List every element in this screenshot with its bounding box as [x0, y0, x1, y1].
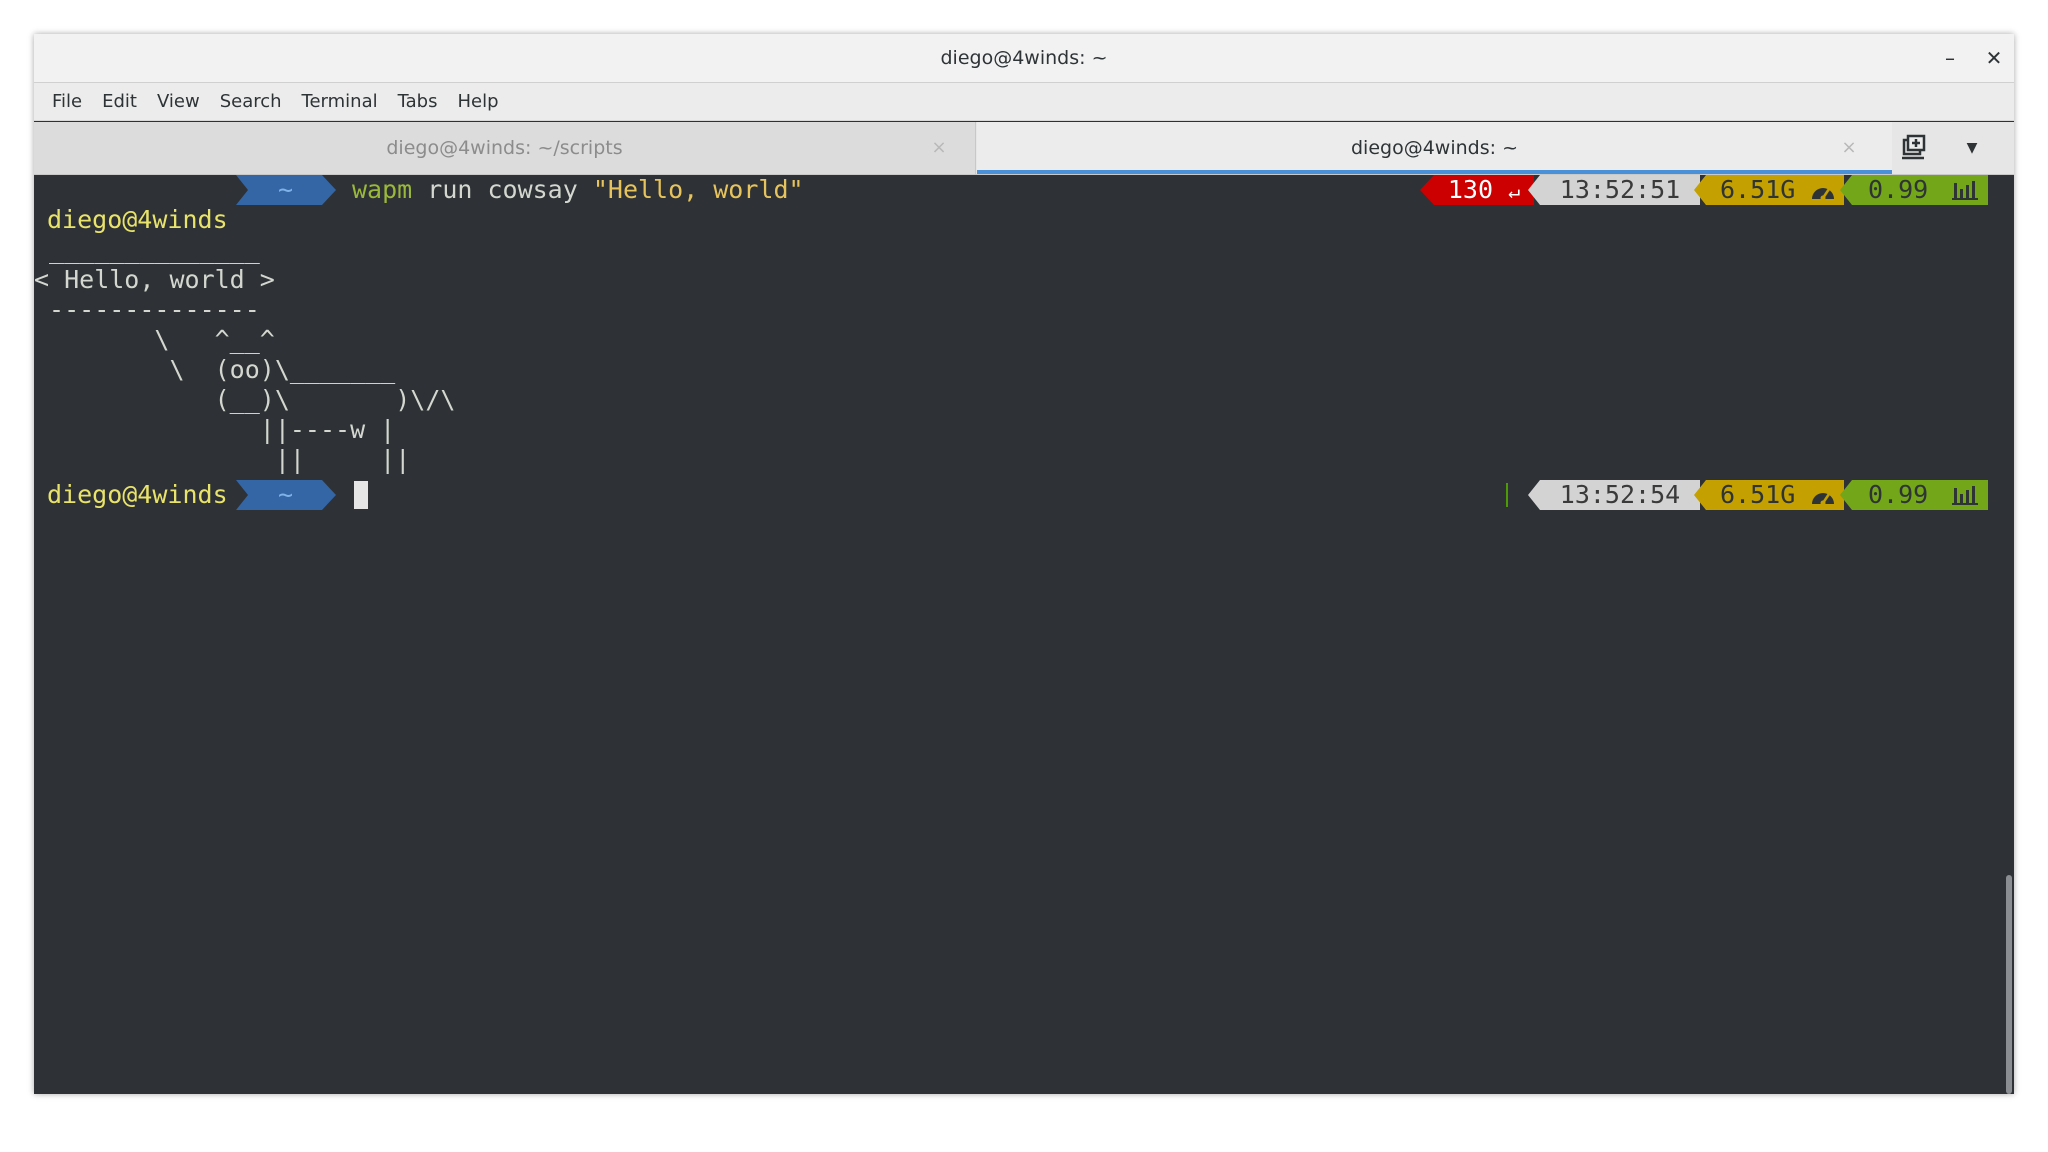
- load-value: 0.99: [1868, 480, 1929, 509]
- bar-chart-icon: [1952, 181, 1978, 200]
- gauge-icon: [1812, 493, 1834, 506]
- exit-code-segment: 130 ↵: [1434, 175, 1534, 205]
- active-tab-indicator: [977, 170, 1892, 174]
- prompt-user: diego@4winds: [47, 205, 228, 234]
- clock-time: 13:52:54: [1559, 480, 1681, 509]
- tab-scripts[interactable]: diego@4winds: ~/scripts ×: [34, 122, 976, 174]
- menu-help[interactable]: Help: [447, 83, 508, 121]
- segment-arrow: [1840, 175, 1852, 205]
- prompt-user: diego@4winds: [47, 480, 228, 509]
- command-string: "Hello, world": [592, 175, 804, 204]
- time-segment: 13:52:51: [1540, 175, 1700, 205]
- menu-tabs[interactable]: Tabs: [388, 83, 448, 121]
- output-line: (__)\ )\/\: [34, 385, 456, 414]
- segment-arrow: [1694, 175, 1706, 205]
- menu-edit[interactable]: Edit: [92, 83, 147, 121]
- command-args: run cowsay: [412, 175, 593, 204]
- load-value: 0.99: [1868, 175, 1929, 204]
- minimize-button[interactable]: –: [1936, 44, 1964, 72]
- new-tab-icon[interactable]: [1896, 132, 1930, 166]
- terminal-view[interactable]: diego@4winds ~ wapm run cowsay "Hello, w…: [34, 175, 2014, 1094]
- tab-menu-chevron-down-icon[interactable]: ▼: [1960, 136, 1984, 160]
- menu-view[interactable]: View: [147, 83, 210, 121]
- segment-arrow: [1420, 175, 1434, 205]
- segment-arrow: [1694, 480, 1706, 510]
- segment-arrow: [1840, 480, 1852, 510]
- output-line: || ||: [34, 445, 411, 474]
- output-line: --------------: [34, 295, 260, 324]
- memory-value: 6.51G: [1720, 175, 1796, 204]
- segment-arrow: [1528, 480, 1540, 510]
- tab-bar: diego@4winds: ~/scripts × diego@4winds: …: [34, 122, 2014, 175]
- terminal-window: diego@4winds: ~ – ✕ File Edit View Searc…: [34, 34, 2014, 1094]
- scrollbar-thumb[interactable]: [2006, 875, 2012, 1094]
- output-line: \ (oo)\_______: [34, 355, 396, 384]
- output-line: \ ^__^: [34, 325, 275, 354]
- time-segment: 13:52:54: [1540, 480, 1700, 510]
- exit-code: 130: [1447, 175, 1494, 204]
- memory-value: 6.51G: [1720, 480, 1796, 509]
- command-name: wapm: [352, 175, 413, 204]
- tab-label: diego@4winds: ~: [1351, 137, 1518, 159]
- title-bar[interactable]: diego@4winds: ~ – ✕: [34, 34, 2014, 83]
- menu-file[interactable]: File: [42, 83, 92, 121]
- output-line: < Hello, world >: [34, 265, 275, 294]
- menu-search[interactable]: Search: [210, 83, 292, 121]
- gauge-icon: [1812, 188, 1834, 201]
- bar-chart-icon: [1952, 486, 1978, 505]
- text-cursor: [354, 481, 368, 509]
- prompt-line-1: diego@4winds: [34, 175, 228, 234]
- tab-label: diego@4winds: ~/scripts: [386, 137, 623, 159]
- return-icon: ↵: [1508, 179, 1521, 203]
- output-line: ______________: [34, 235, 260, 264]
- window-title: diego@4winds: ~: [940, 47, 1108, 69]
- segment-arrow: [1528, 175, 1540, 205]
- menu-bar: File Edit View Search Terminal Tabs Help: [34, 83, 2014, 121]
- tab-home[interactable]: diego@4winds: ~ ×: [977, 122, 1892, 174]
- status-separator: [1506, 483, 1508, 507]
- prompt-path: ~: [278, 480, 294, 509]
- prompt-path: ~: [278, 175, 294, 204]
- menu-terminal[interactable]: Terminal: [292, 83, 388, 121]
- close-button[interactable]: ✕: [1980, 44, 2008, 72]
- tab-close-icon[interactable]: ×: [1837, 136, 1861, 160]
- tab-close-icon[interactable]: ×: [927, 136, 951, 160]
- clock-time: 13:52:51: [1559, 175, 1681, 204]
- command-line: wapm run cowsay "Hello, world": [352, 175, 804, 205]
- output-line: ||----w |: [34, 415, 396, 444]
